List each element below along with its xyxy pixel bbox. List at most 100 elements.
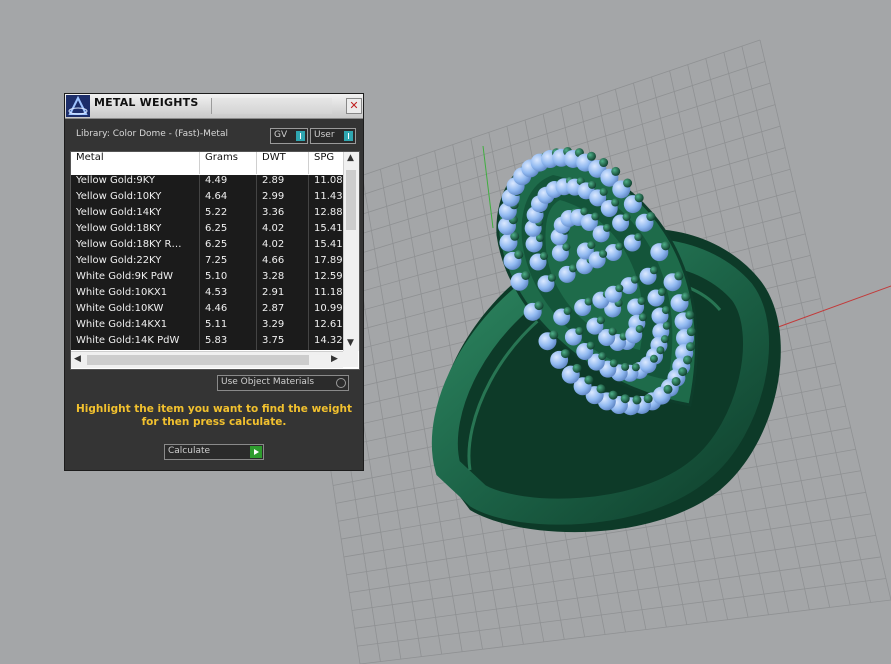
cell-dwt: 3.28 (257, 271, 309, 287)
prong (663, 384, 673, 394)
prong (671, 376, 681, 386)
cell-spg: 11.08 (309, 175, 343, 191)
prong (547, 273, 556, 282)
cell-spg: 17.89 (309, 255, 343, 271)
radio-icon[interactable] (336, 378, 346, 388)
cell-metal: Yellow Gold:14KY (71, 207, 200, 223)
cell-grams: 5.11 (200, 319, 257, 335)
table-row[interactable]: Yellow Gold:14KY 5.22 3.36 12.88 (71, 207, 343, 224)
cell-grams: 4.49 (200, 175, 257, 191)
horizontal-scrollbar[interactable]: ◀ ▶ (71, 351, 343, 368)
cell-spg: 15.41 (309, 239, 343, 255)
cell-grams: 4.64 (200, 191, 257, 207)
scroll-corner (343, 351, 358, 367)
cell-spg: 14.32 (309, 335, 343, 350)
table-row[interactable]: White Gold:9K PdW 5.10 3.28 12.59 (71, 271, 343, 288)
prong (657, 288, 666, 297)
prong (678, 367, 688, 377)
prong (568, 264, 577, 273)
table-row[interactable]: Yellow Gold:18KY 6.25 4.02 15.41 (71, 223, 343, 240)
prong (620, 394, 630, 404)
table-row[interactable]: White Gold:14K PdW 5.83 3.75 14.32 (71, 335, 343, 350)
cell-dwt: 2.99 (257, 191, 309, 207)
user-toggle[interactable]: User (310, 128, 356, 144)
table-row[interactable]: White Gold:10KW 4.46 2.87 10.99 (71, 303, 343, 320)
gv-toggle[interactable]: GV (270, 128, 308, 144)
prong (598, 352, 607, 361)
panel-title: METAL WEIGHTS (94, 96, 199, 109)
table-row[interactable]: Yellow Gold:9KY 4.49 2.89 11.08 (71, 175, 343, 192)
vertical-scrollbar[interactable]: ▲ ▼ (343, 152, 359, 351)
prong (584, 297, 593, 306)
close-icon[interactable]: ✕ (346, 98, 362, 114)
horizontal-scroll-thumb[interactable] (87, 355, 309, 365)
prong (608, 327, 617, 336)
scroll-right-icon[interactable]: ▶ (331, 354, 338, 364)
cell-grams: 4.46 (200, 303, 257, 319)
toggle-knob-icon (344, 131, 353, 141)
prong (539, 252, 548, 261)
cell-dwt: 4.02 (257, 223, 309, 239)
table-body: Yellow Gold:9KY 4.49 2.89 11.08 Yellow Gold:… (71, 175, 343, 350)
cell-grams: 5.10 (200, 271, 257, 287)
prong (611, 198, 620, 207)
prong (634, 233, 643, 242)
prong (572, 363, 582, 373)
calculate-button[interactable]: Calculate (164, 444, 264, 460)
play-icon[interactable] (250, 446, 262, 458)
cell-grams: 4.53 (200, 287, 257, 303)
column-header-dwt[interactable]: DWT (257, 152, 309, 174)
metal-table[interactable]: Metal Grams DWT SPG Yellow Gold:9KY 4.49 2… (70, 151, 360, 370)
prong (615, 284, 624, 293)
prong (596, 384, 606, 394)
prong (596, 316, 605, 325)
cell-dwt: 2.89 (257, 175, 309, 191)
cell-spg: 11.43 (309, 191, 343, 207)
prong (649, 266, 658, 275)
prong (534, 301, 544, 311)
prong (603, 223, 612, 232)
table-row[interactable]: Yellow Gold:22KY 7.25 4.66 17.89 (71, 255, 343, 272)
scroll-down-icon[interactable]: ▼ (347, 338, 354, 348)
prong (611, 166, 621, 176)
prong (599, 249, 608, 258)
table-row[interactable]: White Gold:10KX1 4.53 2.91 11.18 (71, 287, 343, 304)
cell-spg: 10.99 (309, 303, 343, 319)
prong (661, 241, 671, 251)
prong (681, 292, 691, 302)
scroll-up-icon[interactable]: ▲ (347, 153, 354, 163)
cell-dwt: 4.66 (257, 255, 309, 271)
prong (609, 359, 618, 368)
table-row[interactable]: White Gold:14KX1 5.11 3.29 12.61 (71, 319, 343, 336)
prong (521, 271, 531, 281)
panel-titlebar[interactable]: METAL WEIGHTS ✕ (65, 94, 363, 119)
cell-dwt: 3.36 (257, 207, 309, 223)
scroll-left-icon[interactable]: ◀ (74, 354, 81, 364)
library-label: Library: Color Dome - (Fast)-Metal (76, 129, 228, 139)
cell-grams: 6.25 (200, 239, 257, 255)
prong (621, 362, 630, 371)
cell-dwt: 2.87 (257, 303, 309, 319)
cell-spg: 12.59 (309, 271, 343, 287)
prong (587, 241, 596, 250)
cell-dwt: 3.29 (257, 319, 309, 335)
gv-toggle-label: GV (274, 130, 288, 140)
prong (643, 394, 653, 404)
table-row[interactable]: Yellow Gold:10KY 4.64 2.99 11.43 (71, 191, 343, 208)
prong (599, 187, 608, 196)
prong (631, 363, 640, 372)
vertical-scroll-thumb[interactable] (346, 170, 356, 230)
column-header-grams[interactable]: Grams (200, 152, 257, 174)
table-row[interactable]: Yellow Gold:18KY R… 6.25 4.02 15.41 (71, 239, 343, 256)
user-toggle-label: User (314, 130, 335, 140)
metal-weights-panel: METAL WEIGHTS ✕ Library: Color Dome - (F… (64, 93, 364, 471)
column-header-metal[interactable]: Metal (71, 152, 200, 174)
cell-metal: White Gold:10KW (71, 303, 200, 319)
prong (685, 342, 695, 352)
prong (638, 313, 647, 322)
prong (674, 271, 684, 281)
use-object-materials-toggle[interactable]: Use Object Materials (217, 375, 349, 391)
cell-metal: White Gold:14K PdW (71, 335, 200, 350)
toggle-knob-icon (296, 131, 305, 141)
cell-metal: White Gold:9K PdW (71, 271, 200, 287)
